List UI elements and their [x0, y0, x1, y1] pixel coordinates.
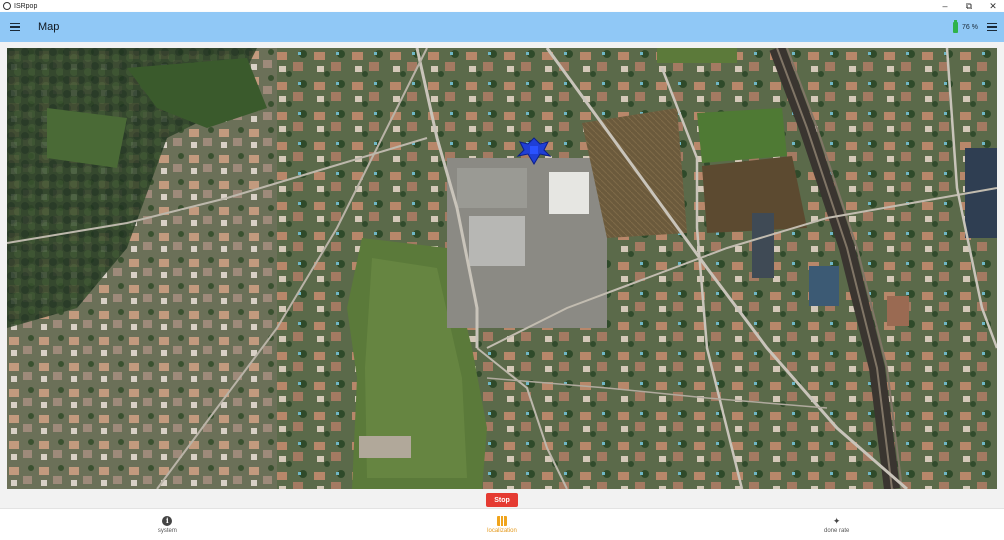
options-menu-button[interactable] [984, 16, 1000, 38]
window-controls: – ⧉ ✕ [940, 0, 998, 12]
maximize-icon[interactable]: ⧉ [964, 0, 974, 12]
nav-item-system[interactable]: i system [0, 509, 335, 540]
minimize-icon[interactable]: – [940, 0, 950, 12]
map-icon [497, 515, 507, 526]
nav-label-localization: localization [487, 527, 517, 534]
page-title: Map [38, 21, 60, 33]
header-right: 76 % [953, 12, 1000, 42]
battery-level: 76 % [962, 23, 978, 31]
app-logo-icon [3, 2, 11, 10]
nav-item-done-rate[interactable]: ✦ done rate [669, 509, 1004, 540]
window-title: ISRpop [14, 2, 38, 10]
window-titlebar: ISRpop – ⧉ ✕ [0, 0, 1004, 12]
satellite-map[interactable] [7, 48, 997, 489]
close-icon[interactable]: ✕ [988, 0, 998, 12]
info-icon: i [162, 515, 173, 526]
battery-icon [953, 19, 959, 33]
drone-icon: ✦ [832, 515, 841, 526]
hamburger-menu-button[interactable] [4, 16, 26, 38]
nav-label-done-rate: done rate [824, 527, 850, 534]
nav-item-localization[interactable]: localization [335, 509, 670, 540]
map-card: Stop [0, 42, 1004, 508]
stop-button[interactable]: Stop [486, 493, 518, 507]
nav-label-system: system [157, 527, 177, 534]
bottom-navigation: i system localization ✦ done rate [0, 508, 1004, 540]
app-header: Map 76 % [0, 12, 1004, 42]
